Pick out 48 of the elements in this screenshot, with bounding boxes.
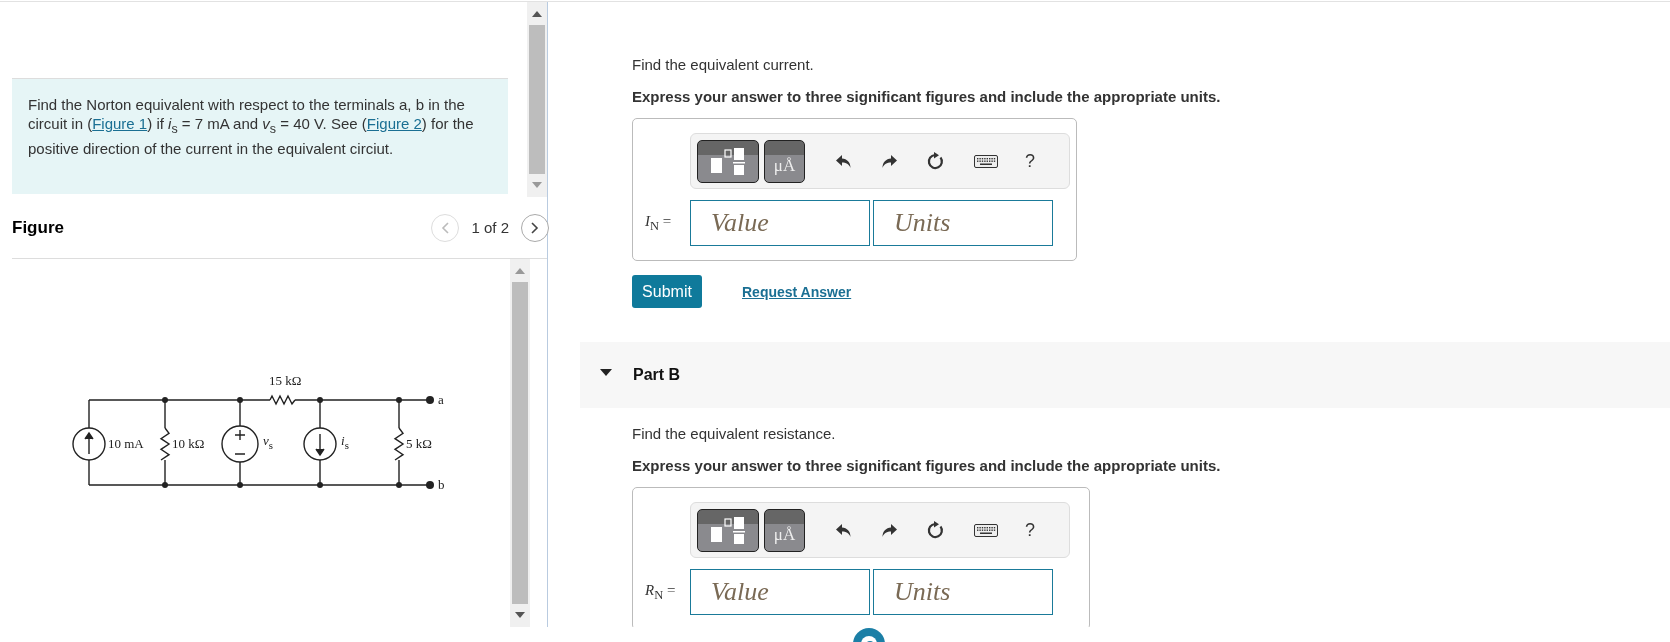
submit-button[interactable]: Submit bbox=[632, 275, 702, 308]
undo-icon[interactable] bbox=[835, 153, 852, 169]
redo-icon[interactable] bbox=[881, 522, 898, 538]
request-answer-link[interactable]: Request Answer bbox=[742, 283, 852, 300]
instruction-text: Express your answer to three significant figures and include the appropriate units. bbox=[632, 457, 1222, 475]
keyboard-icon[interactable] bbox=[974, 154, 998, 168]
template-button[interactable] bbox=[697, 139, 759, 183]
question-text: Find the equivalent resistance. bbox=[632, 425, 837, 443]
template-icon bbox=[708, 146, 748, 176]
chevron-right-icon bbox=[530, 220, 540, 235]
chevron-left-icon bbox=[440, 220, 451, 235]
component-label: 5 kΩ bbox=[406, 436, 432, 451]
component-label: 15 kΩ bbox=[269, 373, 302, 388]
figure-link[interactable]: Figure 1 bbox=[92, 115, 148, 132]
instruction-text: Express your answer to three significant figures and include the appropriate units. bbox=[632, 88, 1222, 106]
figure-link[interactable]: Figure 2 bbox=[366, 115, 422, 132]
component-label: v$_{s}$ bbox=[263, 433, 273, 453]
answer-label: R$_{N}$ = bbox=[644, 581, 677, 603]
units-button[interactable]: μÅ bbox=[764, 139, 805, 183]
answer-label: I$_{N}$ = bbox=[644, 212, 673, 234]
component-label: 10 mA bbox=[108, 436, 144, 451]
component-label: b bbox=[438, 477, 445, 492]
question-text: Find the equivalent current. bbox=[632, 56, 815, 74]
undo-icon[interactable] bbox=[835, 522, 852, 538]
help-button[interactable]: ? bbox=[1025, 519, 1035, 541]
reset-icon[interactable] bbox=[927, 152, 945, 170]
help-button[interactable]: ? bbox=[1025, 150, 1035, 172]
component-label: 10 kΩ bbox=[172, 436, 205, 451]
part-title: Part B bbox=[633, 366, 681, 384]
template-icon bbox=[708, 515, 748, 545]
scrollbar[interactable] bbox=[527, 2, 547, 197]
redo-icon[interactable] bbox=[881, 153, 898, 169]
figure-title: Figure bbox=[12, 217, 64, 238]
units-button[interactable]: μÅ bbox=[764, 508, 805, 552]
next-button[interactable] bbox=[521, 213, 549, 242]
page-counter: 1 of 2 bbox=[471, 219, 509, 236]
reset-icon[interactable] bbox=[927, 521, 945, 539]
component-label: a bbox=[438, 392, 444, 407]
scrollbar[interactable] bbox=[510, 259, 530, 627]
template-button[interactable] bbox=[697, 508, 759, 552]
value-field[interactable]: Value bbox=[690, 200, 870, 246]
keyboard-icon[interactable] bbox=[974, 523, 998, 537]
value-field[interactable]: Value bbox=[690, 569, 870, 615]
problem-text: Find the Norton equivalent with respect to the terminals a, b in the circuit in (Figure 1) if i$_{s}$ = 7 mA and v$_{s}$ = 40 V. See (Figure 2) for the positive direction of the current in the equivalent circiut. bbox=[28, 95, 475, 158]
component-label: i$_{s}$ bbox=[341, 433, 349, 453]
units-field[interactable]: Units bbox=[873, 569, 1053, 615]
units-field[interactable]: Units bbox=[873, 200, 1053, 246]
part-header[interactable]: Part B bbox=[580, 342, 1670, 408]
